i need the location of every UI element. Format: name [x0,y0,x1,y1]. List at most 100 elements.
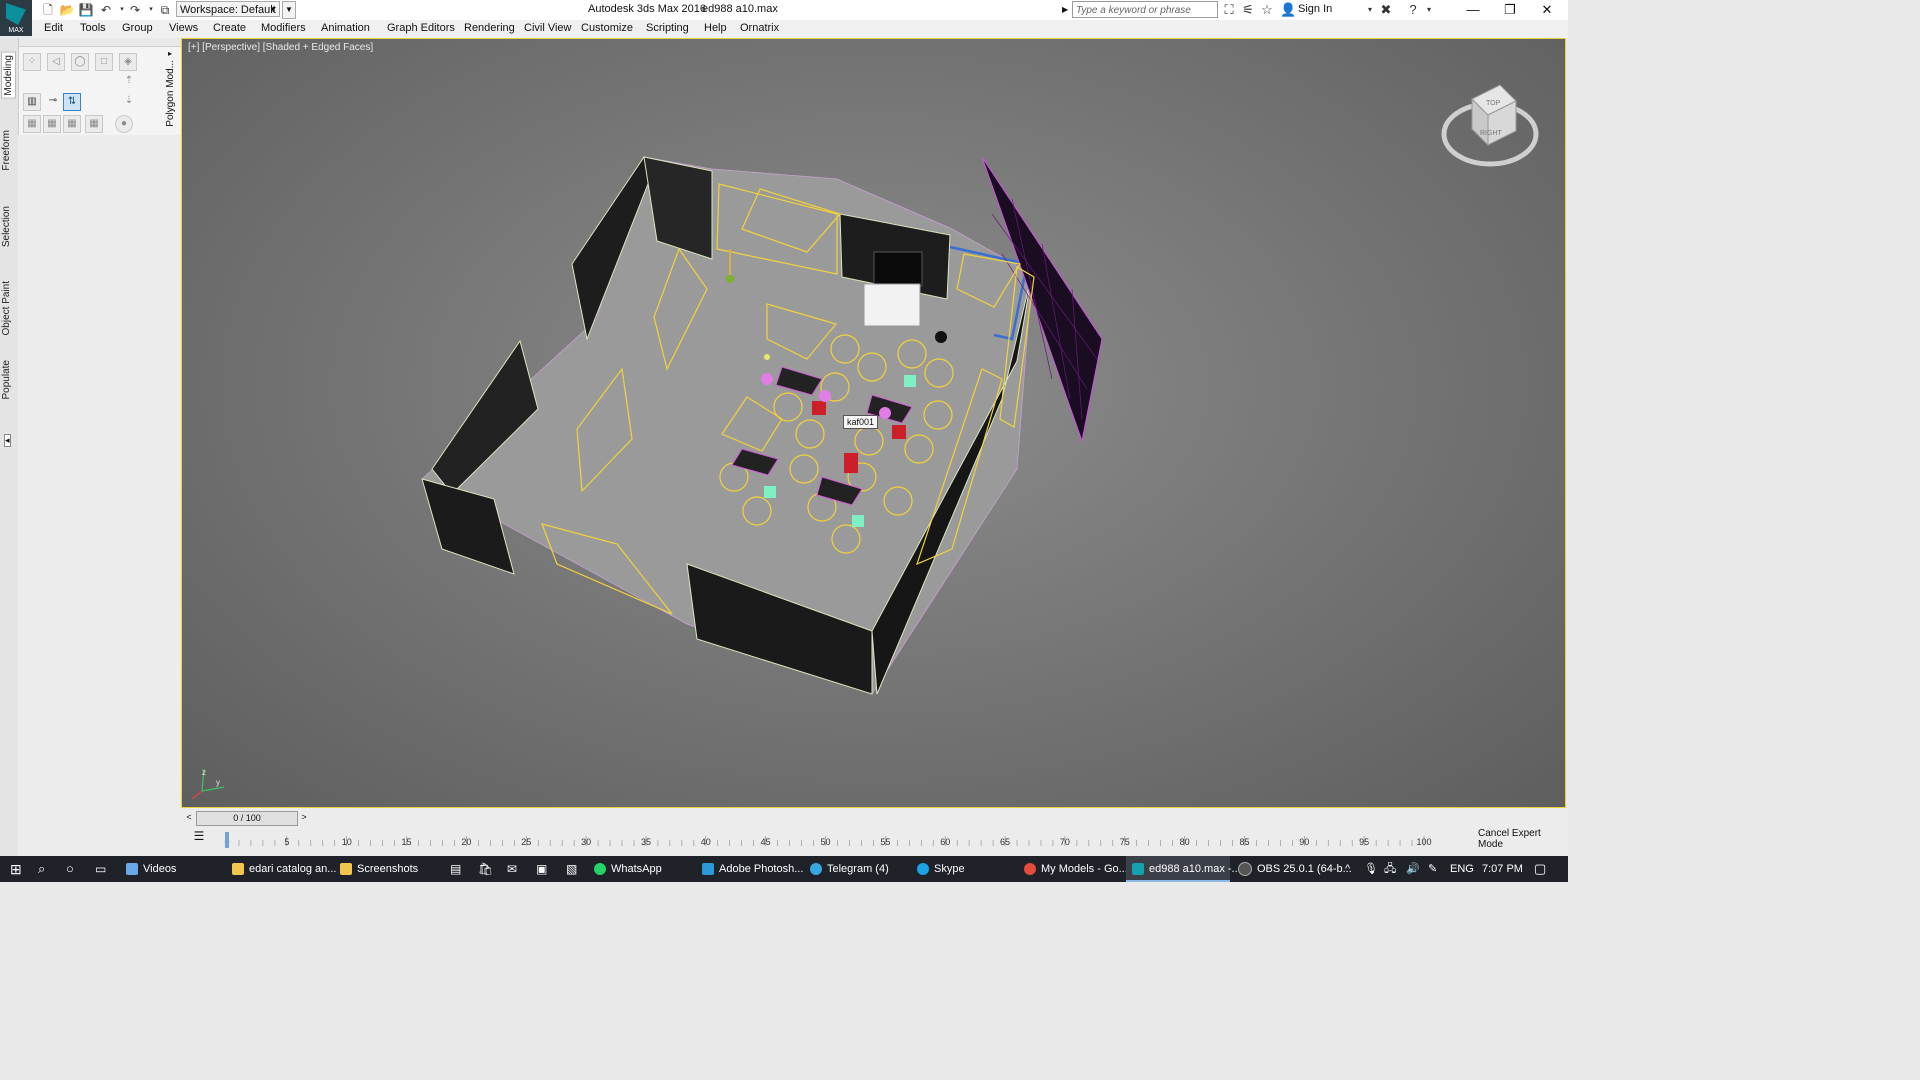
menu-customize[interactable]: Customize [581,22,633,34]
search-icon[interactable]: ⌕ [38,856,45,882]
quickslice-icon[interactable]: ▦ [63,115,81,133]
help-icon[interactable]: ? [1405,2,1421,18]
timeline-tick-label: 15 [402,837,412,847]
pen-icon[interactable]: ✎ [1428,856,1437,882]
menu-rendering[interactable]: Rendering [464,22,515,34]
taskbar-label: Telegram (4) [827,863,889,875]
tray-chevron-icon[interactable]: ^ [1345,856,1350,882]
taskbar-item-videos[interactable]: Videos [126,856,176,882]
tab-populate[interactable]: Populate [1,360,12,399]
tab-object-paint[interactable]: Object Paint [1,281,12,335]
minimize-button[interactable]: — [1455,0,1491,20]
taskbar-item-3dsmax[interactable]: ed988 a10.max -... [1126,856,1241,882]
time-slider[interactable]: 0 / 100 [196,811,298,826]
timeline-tick-label: 90 [1299,837,1309,847]
menu-group[interactable]: Group [122,22,153,34]
store-icon[interactable]: 🛍 [478,856,493,882]
app-logo[interactable]: MAX [0,0,32,36]
clock[interactable]: 7:07 PM [1482,856,1523,882]
taskbar-item-screenshots[interactable]: Screenshots [340,856,418,882]
notifications-icon[interactable]: ▢ [1534,856,1546,882]
grow-icon[interactable]: ⇡ [121,73,137,89]
communication-center-icon[interactable]: ⚟ [1240,2,1256,18]
taskbar-item-skype[interactable]: Skype [917,856,965,882]
quick-access-customize-icon[interactable]: ▼ [282,1,296,19]
binoculars-icon[interactable]: ⛶ [1221,2,1237,18]
timeline-tick-label: 100 [1416,837,1431,847]
ribbon-toggle-icon[interactable]: ◂ [4,434,11,447]
menu-modifiers[interactable]: Modifiers [261,22,306,34]
pin-stack-icon[interactable]: ⊸ [45,93,61,109]
windows-start-icon[interactable]: ⊞ [10,856,22,882]
microphone-icon[interactable]: 🎙 [1364,856,1378,882]
close-button[interactable]: ✕ [1529,0,1565,20]
task-view-icon[interactable]: ▭ [95,856,106,882]
tab-selection[interactable]: Selection [1,206,12,247]
taskbar-item-obs[interactable]: OBS 25.0.1 (64-b... [1238,856,1352,882]
undo-icon[interactable]: ↶ [98,2,114,18]
exchange-apps-icon[interactable]: ✖ [1378,2,1394,18]
menu-graph-editors[interactable]: Graph Editors [387,22,455,34]
volume-icon[interactable]: 🔊 [1406,856,1420,882]
taskbar-item-chrome[interactable]: My Models - Go... [1024,856,1128,882]
taskbar-item-whatsapp[interactable]: WhatsApp [594,856,662,882]
search-expand-icon[interactable]: ▶ [1062,1,1072,18]
menu-edit[interactable]: Edit [44,22,63,34]
polygon-modeling-panel-label[interactable]: Polygon Mod... ▸ [163,46,179,134]
favorites-star-icon[interactable]: ☆ [1259,2,1275,18]
workspace-selector[interactable]: Workspace: Default ▼ [176,1,280,17]
repeat-icon[interactable]: ▦ [43,115,61,133]
cortana-icon[interactable]: ○ [66,856,74,882]
viewcube[interactable]: RIGHT TOP [1441,84,1539,167]
mail-icon[interactable]: ✉ [507,856,517,882]
polygon-icon[interactable]: □ [95,53,113,71]
perspective-viewport[interactable]: [+] [Perspective] [Shaded + Edged Faces] [181,38,1566,808]
restore-button[interactable]: ❐ [1492,0,1528,20]
monitor-icon[interactable]: ▣ [536,856,547,882]
save-icon[interactable]: 💾 [78,2,94,18]
shrink-icon[interactable]: ⇣ [121,93,137,109]
menu-civil-view[interactable]: Civil View [524,22,571,34]
open-file-icon[interactable]: 📂 [59,2,75,18]
show-end-result-icon[interactable]: ⇅ [63,93,81,111]
timeline-tick-label: 70 [1060,837,1070,847]
track-bar-ruler[interactable]: 0510152025303540455055606570758085909510… [181,826,1471,852]
menu-help[interactable]: Help [704,22,727,34]
taskbar-item-photoshop[interactable]: Adobe Photosh... [702,856,803,882]
taskbar-label: ed988 a10.max -... [1149,863,1241,875]
project-folder-icon[interactable]: ⧉ [157,2,173,18]
menu-views[interactable]: Views [169,22,198,34]
taskbar-item-telegram[interactable]: Telegram (4) [810,856,889,882]
menu-ornatrix[interactable]: Ornatrix [740,22,779,34]
cut-icon[interactable]: ▦ [85,115,103,133]
taskbar-item-edari-catalog[interactable]: edari catalog an... [232,856,336,882]
network-icon[interactable]: 🖧 [1384,856,1396,882]
element-icon[interactable]: ◈ [119,53,137,71]
tab-modeling[interactable]: Modeling [1,52,16,99]
menu-scripting[interactable]: Scripting [646,22,689,34]
time-prev-button[interactable]: < [183,811,195,824]
vertex-icon[interactable]: ⁘ [23,53,41,71]
time-next-button[interactable]: > [298,811,310,824]
current-frame-marker[interactable] [225,832,229,848]
menu-tools[interactable]: Tools [80,22,106,34]
language-indicator[interactable]: ENG [1450,856,1474,882]
edge-icon[interactable]: ◁ [47,53,65,71]
new-file-icon[interactable]: 🗋 [40,2,56,18]
menu-animation[interactable]: Animation [321,22,370,34]
tab-freeform[interactable]: Freeform [1,130,12,171]
redo-icon[interactable]: ↷ [127,2,143,18]
modify-mode-icon[interactable]: ▥ [23,93,41,111]
calculator-icon[interactable]: ▤ [450,856,461,882]
user-icon[interactable]: 👤 [1280,2,1296,18]
app-icon[interactable]: ▧ [566,856,577,882]
preserve-uvs-icon[interactable]: ▦ [23,115,41,133]
nurms-icon[interactable]: ● [115,115,133,133]
help-dropdown-icon[interactable]: ▾ [1421,2,1437,18]
menu-create[interactable]: Create [213,22,246,34]
sign-in-link[interactable]: Sign In [1298,3,1332,15]
chevron-down-icon[interactable]: ▾ [1362,2,1378,18]
search-input[interactable]: Type a keyword or phrase [1072,1,1218,18]
border-icon[interactable]: ◯ [71,53,89,71]
cancel-expert-mode-button[interactable]: Cancel Expert Mode [1478,828,1568,850]
